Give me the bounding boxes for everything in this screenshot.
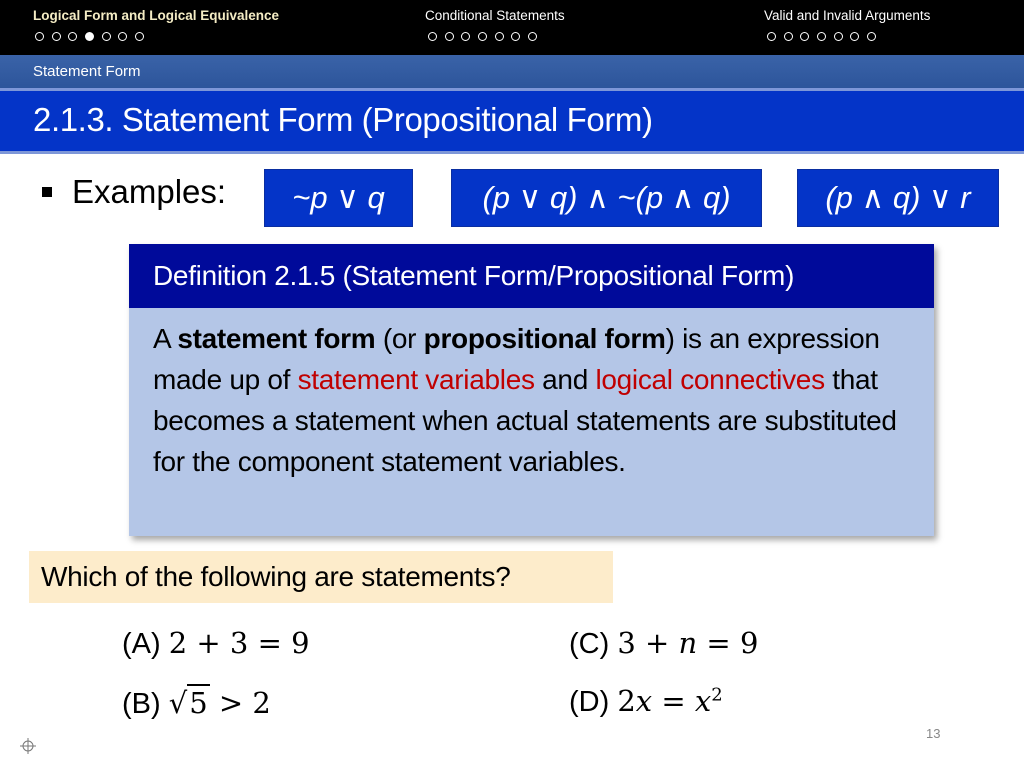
- slide-dot[interactable]: [478, 32, 488, 41]
- crosshair-icon[interactable]: [20, 738, 36, 754]
- option-a[interactable]: (A) 2 + 3 = 9: [122, 626, 310, 661]
- slide-dot[interactable]: [833, 32, 843, 41]
- example-expression-1: ~p ∨ q: [264, 169, 413, 227]
- slide-dots: [767, 32, 884, 41]
- option-d[interactable]: (D) 2x = x2: [569, 684, 723, 719]
- slide-dots: [35, 32, 152, 41]
- term-statement-variables: statement variables: [297, 364, 535, 395]
- slide-dot[interactable]: [444, 32, 454, 41]
- term-logical-connectives: logical connectives: [595, 364, 825, 395]
- examples-bullet: Examples:: [42, 173, 226, 211]
- nav-section-title[interactable]: Conditional Statements: [425, 8, 565, 23]
- slide-dot-current[interactable]: [85, 32, 95, 41]
- term-statement-form: statement form: [177, 323, 376, 354]
- variable: n: [678, 626, 698, 660]
- slide-dot[interactable]: [118, 32, 128, 41]
- variable: x: [694, 684, 712, 718]
- option-label: (B): [122, 688, 161, 720]
- title-bar: 2.1.3. Statement Form (Propositional For…: [0, 88, 1024, 154]
- nav-section-title[interactable]: Valid and Invalid Arguments: [764, 8, 930, 23]
- examples-label: Examples:: [72, 173, 227, 210]
- subsection-title: Statement Form: [33, 63, 141, 80]
- slide-dot[interactable]: [817, 32, 827, 41]
- slide-dot[interactable]: [461, 32, 471, 41]
- definition-body: A statement form (or propositional form)…: [129, 308, 934, 536]
- slide-dot[interactable]: [528, 32, 538, 41]
- definition-text: (or: [375, 323, 424, 354]
- definition-heading: Definition 2.1.5 (Statement Form/Proposi…: [129, 244, 934, 308]
- question-prompt: Which of the following are statements?: [29, 551, 613, 603]
- definition-box: Definition 2.1.5 (Statement Form/Proposi…: [129, 244, 934, 536]
- square-bullet-icon: [42, 187, 52, 197]
- slide-dot[interactable]: [511, 32, 521, 41]
- nav-section-title[interactable]: Logical Form and Logical Equivalence: [33, 8, 279, 23]
- slide-dot[interactable]: [867, 32, 877, 41]
- expr-part: =: [652, 684, 695, 718]
- radicand: 5: [187, 684, 210, 720]
- subsection-bar: Statement Form: [0, 55, 1024, 88]
- expr-part: 3 +: [617, 626, 679, 660]
- definition-text: A: [153, 323, 178, 354]
- slide-dot[interactable]: [783, 32, 793, 41]
- option-c[interactable]: (C) 3 + n = 9: [569, 626, 758, 661]
- slide-dot[interactable]: [68, 32, 78, 41]
- option-b[interactable]: (B) √5 > 2: [122, 684, 271, 721]
- option-expression: 3 + n = 9: [617, 626, 758, 660]
- slide-dot[interactable]: [135, 32, 145, 41]
- slide-dot[interactable]: [35, 32, 44, 41]
- expr-part: 2: [617, 684, 636, 718]
- slide-dot[interactable]: [800, 32, 810, 41]
- option-label: (C): [569, 628, 610, 660]
- slide-dot[interactable]: [850, 32, 860, 41]
- example-expression-3: (p ∧ q) ∨ r: [797, 169, 999, 227]
- sqrt-symbol: √5: [168, 684, 210, 720]
- option-label: (D): [569, 686, 610, 718]
- page-number: 13: [926, 726, 941, 741]
- variable: x: [635, 684, 653, 718]
- slide-dot[interactable]: [767, 32, 776, 41]
- expression-rest: > 2: [209, 686, 271, 720]
- slide-dots: [428, 32, 545, 41]
- option-label: (A): [122, 628, 161, 660]
- slide-dot[interactable]: [494, 32, 504, 41]
- slide-dot[interactable]: [51, 32, 61, 41]
- slide-dot[interactable]: [101, 32, 111, 41]
- slide-dot[interactable]: [428, 32, 437, 41]
- section-navigation-bar: Logical Form and Logical Equivalence Con…: [0, 0, 1024, 55]
- term-propositional-form: propositional form: [423, 323, 666, 354]
- option-expression: 2 + 3 = 9: [168, 626, 310, 660]
- expr-part: = 9: [697, 626, 759, 660]
- slide-title: 2.1.3. Statement Form (Propositional For…: [33, 101, 653, 138]
- example-expression-2: (p ∨ q) ∧ ~(p ∧ q): [451, 169, 762, 227]
- option-expression: √5 > 2: [168, 684, 271, 720]
- option-expression: 2x = x2: [617, 684, 722, 718]
- exponent: 2: [711, 684, 723, 706]
- definition-text: and: [534, 364, 596, 395]
